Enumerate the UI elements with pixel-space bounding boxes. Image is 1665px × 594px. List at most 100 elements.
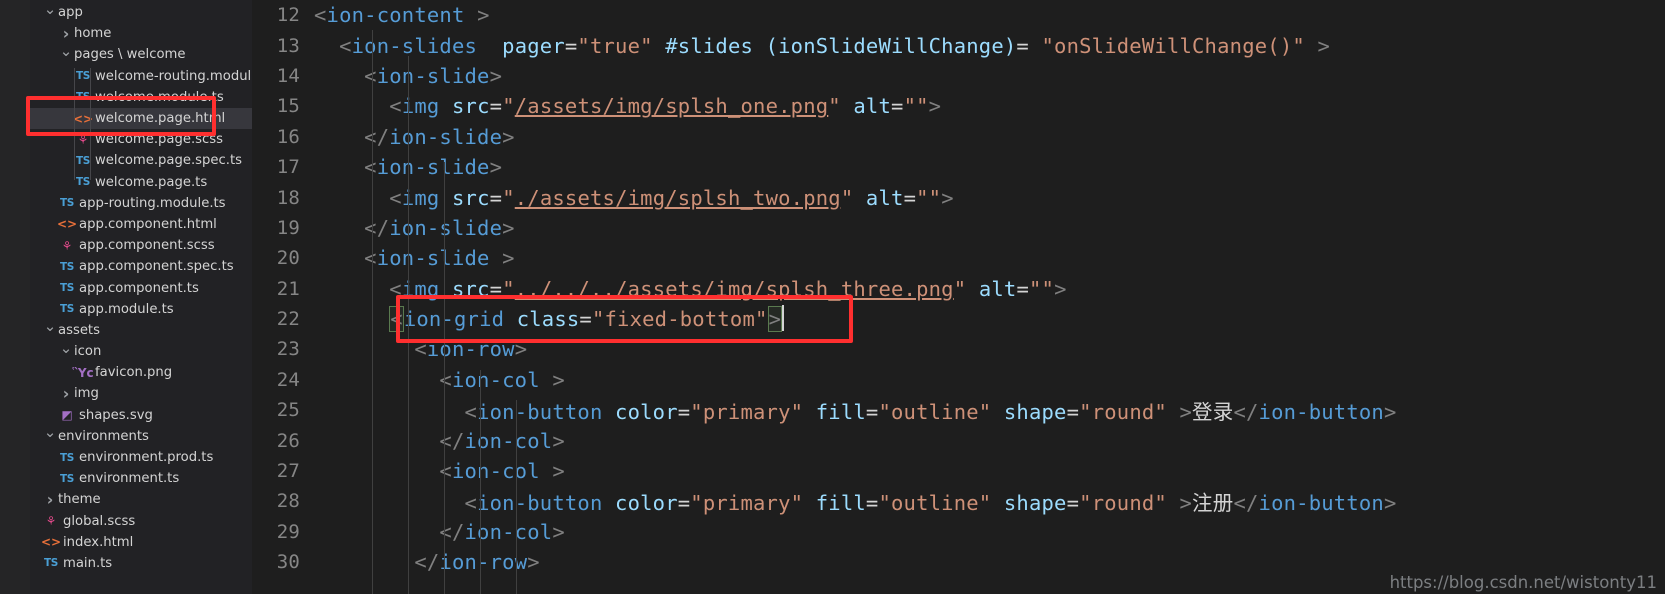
- code-line-17[interactable]: 17 <ion-slide>: [252, 152, 1665, 182]
- tree-item-app-module-ts[interactable]: TS app.module.ts: [30, 299, 252, 320]
- code-area[interactable]: 12 <ion-content >13 <ion-slides pager="tr…: [252, 0, 1665, 577]
- code-line-28[interactable]: 28 <ion-button color="primary" fill="out…: [252, 486, 1665, 516]
- code-line-23[interactable]: 23 <ion-row>: [252, 334, 1665, 364]
- code-line-18[interactable]: 18 <img src="./assets/img/splsh_two.png"…: [252, 182, 1665, 212]
- tree-item-label: home: [74, 26, 112, 42]
- line-number: 20: [276, 247, 300, 270]
- line-number: 24: [276, 368, 300, 391]
- chevron-down-icon[interactable]: [58, 343, 74, 361]
- line-number: 16: [276, 125, 300, 148]
- token-brk: >: [502, 124, 515, 149]
- tree-item-global-scss[interactable]: ⚘ global.scss: [30, 511, 252, 532]
- token-str: "outline": [878, 400, 992, 425]
- token-str: "primary": [690, 491, 804, 516]
- token-brk: <: [389, 94, 402, 119]
- tree-item-label: environment.prod.ts: [79, 450, 214, 466]
- tree-item-label: global.scss: [63, 513, 136, 529]
- line-number: 27: [276, 460, 300, 483]
- token-brk: <: [364, 155, 377, 180]
- tree-item-theme[interactable]: theme: [30, 489, 252, 510]
- token-tag: ion-row: [426, 337, 515, 362]
- tree-item-app-component-scss[interactable]: ⚘ app.component.scss: [30, 235, 252, 256]
- token-brk: >: [1179, 491, 1193, 516]
- token-str: "onSlideWillChange()": [1041, 33, 1305, 58]
- chevron-down-icon[interactable]: [42, 4, 58, 22]
- tree-item-environment-prod-ts[interactable]: TS environment.prod.ts: [30, 447, 252, 468]
- line-number: 18: [276, 186, 300, 209]
- chevron-right-icon[interactable]: [58, 24, 74, 43]
- tree-item-label: app: [58, 5, 83, 21]
- chevron-down-icon[interactable]: [42, 427, 58, 445]
- token-brk: <: [364, 246, 377, 271]
- token-eq: =: [489, 276, 503, 301]
- line-content: <ion-row>: [314, 337, 527, 361]
- tree-item-pages-welcome[interactable]: pages \ welcome: [30, 44, 252, 65]
- tree-item-app[interactable]: app: [30, 2, 252, 23]
- file-tree[interactable]: app home pages \ welcomeTSwelcome-routing.…: [30, 2, 252, 574]
- tree-item-welcome-module-ts[interactable]: TS welcome.module.ts: [30, 87, 252, 108]
- code-line-20[interactable]: 20 <ion-slide >: [252, 243, 1665, 273]
- token-str: ": [828, 94, 841, 119]
- token-attr: alt: [853, 94, 892, 119]
- code-line-12[interactable]: 12 <ion-content >: [252, 0, 1665, 30]
- tree-item-environment-ts[interactable]: TS environment.ts: [30, 468, 252, 489]
- chevron-right-icon[interactable]: [42, 490, 58, 509]
- code-line-15[interactable]: 15 <img src="/assets/img/splsh_one.png" …: [252, 91, 1665, 121]
- code-line-19[interactable]: 19 </ion-slide>: [252, 213, 1665, 243]
- token-tag: ion-button: [1258, 400, 1384, 425]
- chevron-right-icon[interactable]: [58, 384, 74, 403]
- token-tag: ion-button: [1258, 491, 1384, 516]
- code-line-29[interactable]: 29 </ion-col>: [252, 517, 1665, 547]
- tree-item-environments[interactable]: environments: [30, 426, 252, 447]
- token-attr: src: [452, 185, 490, 210]
- tree-item-welcome-page-ts[interactable]: TS welcome.page.ts: [30, 172, 252, 193]
- tree-item-favicon-png[interactable]: Ὓc favicon.png: [30, 362, 252, 383]
- token-brk: >: [1054, 276, 1067, 301]
- tree-item-app-component-html[interactable]: <> app.component.html: [30, 214, 252, 235]
- token-tag: ion-col: [451, 459, 540, 484]
- tree-item-icon[interactable]: icon: [30, 341, 252, 362]
- tree-item-app-routing-module-ts[interactable]: TS app-routing.module.ts: [30, 193, 252, 214]
- token-str: "": [916, 185, 942, 210]
- chevron-down-icon[interactable]: [42, 321, 58, 339]
- code-line-24[interactable]: 24 <ion-col >: [252, 365, 1665, 395]
- tree-item-label: theme: [58, 492, 101, 508]
- code-line-22[interactable]: 22 <ion-grid class="fixed-bottom">: [252, 304, 1665, 334]
- tree-item-index-html[interactable]: <> index.html: [30, 532, 252, 553]
- chevron-down-icon[interactable]: [58, 46, 74, 64]
- code-line-14[interactable]: 14 <ion-slide>: [252, 61, 1665, 91]
- tree-item-app-component-ts[interactable]: TS app.component.ts: [30, 277, 252, 298]
- tree-item-shapes-svg[interactable]: ◩ shapes.svg: [30, 405, 252, 426]
- editor-pane[interactable]: 12 <ion-content >13 <ion-slides pager="tr…: [252, 0, 1665, 594]
- token-link: ./assets/img/splsh_two.png: [514, 185, 841, 210]
- code-line-25[interactable]: 25 <ion-button color="primary" fill="out…: [252, 395, 1665, 425]
- code-line-16[interactable]: 16 </ion-slide>: [252, 122, 1665, 152]
- code-line-26[interactable]: 26 </ion-col>: [252, 425, 1665, 455]
- explorer-sidebar[interactable]: app home pages \ welcomeTSwelcome-routing.…: [30, 0, 252, 594]
- code-line-13[interactable]: 13 <ion-slides pager="true" #slides (ion…: [252, 30, 1665, 60]
- tree-item-app-component-spec-ts[interactable]: TS app.component.spec.ts: [30, 256, 252, 277]
- token-str: ": [953, 276, 967, 301]
- tree-item-label: app-routing.module.ts: [79, 195, 226, 211]
- tree-item-welcome-routing-module-ts[interactable]: TSwelcome-routing.module.ts: [30, 66, 252, 87]
- token-txt: 注册: [1192, 491, 1234, 516]
- tree-item-img[interactable]: img: [30, 383, 252, 404]
- tree-item-main-ts[interactable]: TS main.ts: [30, 553, 252, 574]
- tree-item-welcome-page-scss[interactable]: ⚘ welcome.page.scss: [30, 129, 252, 150]
- html-icon: <>: [40, 535, 62, 550]
- line-content: <ion-button color="primary" fill="outlin…: [314, 486, 1397, 516]
- code-line-27[interactable]: 27 <ion-col >: [252, 456, 1665, 486]
- code-line-21[interactable]: 21 <img src="../../../assets/img/splsh_t…: [252, 274, 1665, 304]
- tree-item-welcome-page-html[interactable]: <> welcome.page.html: [30, 107, 252, 130]
- token-eq: =: [677, 400, 691, 425]
- tree-item-welcome-page-spec-ts[interactable]: TS welcome.page.spec.ts: [30, 150, 252, 171]
